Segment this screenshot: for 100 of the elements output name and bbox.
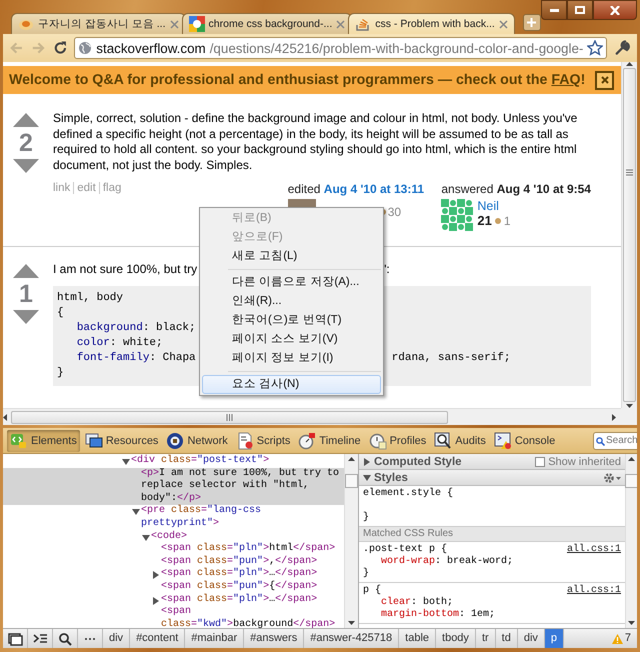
breadcrumb[interactable]: div bbox=[103, 629, 130, 648]
scrollbar-thumb[interactable] bbox=[345, 474, 358, 488]
magnifier-icon bbox=[434, 432, 452, 450]
css-property: word-wrap: break-word; bbox=[380, 556, 514, 568]
dom-node[interactable]: <span class="pln">…</span> bbox=[3, 568, 344, 581]
close-button[interactable] bbox=[595, 70, 614, 90]
menu-item[interactable]: 인쇄(R)... bbox=[202, 292, 381, 311]
devtools-tab[interactable]: Resources bbox=[82, 430, 162, 452]
grip-icon bbox=[226, 414, 233, 420]
code-line: html, body bbox=[57, 290, 124, 306]
breadcrumb[interactable]: tr bbox=[476, 629, 496, 648]
wrench-icon[interactable] bbox=[614, 39, 631, 57]
vote-up-icon[interactable] bbox=[13, 264, 39, 278]
breadcrumb[interactable]: tbody bbox=[436, 629, 476, 648]
menu-item[interactable]: 페이지 정보 보기(I) bbox=[202, 349, 381, 368]
menu-item[interactable]: 페이지 소스 보기(V) bbox=[202, 330, 381, 349]
search-icon[interactable] bbox=[58, 632, 72, 646]
scrollbar-thumb[interactable] bbox=[11, 410, 448, 424]
css-source-link[interactable]: all.css:1 bbox=[566, 544, 621, 556]
collapsed-arrow-icon[interactable] bbox=[152, 571, 160, 580]
close-icon bbox=[600, 76, 609, 84]
grip-icon bbox=[626, 169, 633, 176]
dom-node[interactable]: <span class="pln">html</span> bbox=[3, 543, 344, 556]
terminal-icon bbox=[494, 432, 512, 450]
answer-text: Simple, correct, solution - define the background image and colour in html, not body. Unless you've defined a specific height (not a percentage) in the body, its height will be assumed to be as tall as required to hold all content. so your background styling should go into html, which is the entire html document, not just the body. Simples. bbox=[53, 111, 578, 174]
css-property: margin-bottom: 1em; bbox=[380, 609, 496, 621]
address-field[interactable]: stackoverflow.com /questions/425216/problem-with-background-color-and-google- bbox=[74, 37, 608, 59]
css-source-link[interactable]: all.css:1 bbox=[566, 585, 621, 597]
reload-icon[interactable] bbox=[52, 40, 68, 56]
section-header[interactable]: Computed Style bbox=[359, 454, 536, 469]
checkbox[interactable] bbox=[535, 456, 546, 466]
breadcrumb[interactable]: p bbox=[544, 629, 564, 648]
star-icon[interactable] bbox=[587, 40, 604, 56]
badge-dot-icon bbox=[494, 218, 501, 224]
browser-tab[interactable]: 구자니의 잡동사니 모음 ... bbox=[11, 13, 186, 34]
user-name[interactable]: Neil bbox=[477, 199, 511, 214]
search-field[interactable]: Search bbox=[593, 432, 637, 450]
expanded-arrow-icon[interactable] bbox=[132, 508, 140, 516]
close-button[interactable] bbox=[593, 0, 637, 20]
faq-link[interactable]: FAQ bbox=[551, 72, 581, 88]
vote-up-icon[interactable] bbox=[13, 113, 39, 127]
browser-tab[interactable]: css - Problem with back... bbox=[348, 13, 515, 34]
scroll-down-icon[interactable] bbox=[348, 621, 355, 625]
scroll-right-icon[interactable] bbox=[612, 414, 616, 420]
section-header[interactable]: Styles bbox=[359, 470, 625, 486]
breadcrumb[interactable]: #answers bbox=[244, 629, 304, 648]
breadcrumb[interactable]: #content bbox=[130, 629, 186, 648]
dom-node[interactable]: <code> bbox=[3, 530, 344, 544]
expanded-arrow-icon[interactable] bbox=[142, 534, 150, 542]
devtools-tab[interactable]: Network bbox=[163, 430, 231, 452]
vertical-scrollbar[interactable] bbox=[625, 454, 637, 628]
breadcrumb[interactable]: #answer-425718 bbox=[304, 629, 400, 648]
edited-label: edited bbox=[288, 182, 320, 196]
menu-item[interactable]: 다른 이름으로 저장(A)... bbox=[202, 273, 381, 292]
breadcrumb[interactable]: td bbox=[496, 629, 518, 648]
menu-item[interactable]: 한국어(으)로 번역(T) bbox=[202, 311, 381, 330]
edit-time[interactable]: Aug 4 '10 at 13:11 bbox=[324, 182, 424, 196]
scroll-up-icon[interactable] bbox=[628, 457, 635, 461]
dom-node[interactable]: <span class="pln">…</span> bbox=[3, 594, 344, 606]
horizontal-scrollbar[interactable] bbox=[3, 408, 621, 425]
maximize-button[interactable] bbox=[567, 0, 593, 20]
devtools-tab[interactable]: Profiles bbox=[366, 430, 430, 452]
expanded-arrow-icon[interactable] bbox=[122, 458, 130, 466]
scrollbar-thumb[interactable] bbox=[625, 474, 637, 488]
scroll-left-icon[interactable] bbox=[3, 414, 7, 420]
dom-node[interactable]: <p>I am not sure 100%, but try to replace selector with "html, body":</p> bbox=[3, 468, 344, 506]
settings-icon[interactable] bbox=[603, 472, 621, 484]
vertical-scrollbar[interactable] bbox=[621, 62, 637, 408]
devtools-tab[interactable]: Audits bbox=[431, 430, 489, 452]
dom-node[interactable]: <span class="pun">{</span> bbox=[3, 580, 344, 594]
answered-label: answered bbox=[441, 182, 494, 196]
collapsed-arrow-icon[interactable] bbox=[152, 596, 160, 605]
dom-node[interactable]: <span class="pun">,</span> bbox=[3, 556, 344, 568]
breadcrumb[interactable]: #mainbar bbox=[185, 629, 244, 648]
menu-item[interactable]: 요소 검사(N) bbox=[202, 375, 381, 394]
menu-item[interactable]: 새로 고침(L) bbox=[202, 247, 381, 266]
breadcrumb[interactable]: table bbox=[399, 629, 436, 648]
console-icon[interactable] bbox=[32, 632, 48, 646]
badge-count: 30 bbox=[388, 205, 402, 220]
dom-node[interactable]: <pre class="lang-css prettyprint"> bbox=[3, 505, 344, 531]
devtools-tab[interactable]: Timeline bbox=[295, 430, 364, 452]
code-line: background: black; bbox=[76, 320, 196, 336]
new-tab-button[interactable] bbox=[522, 14, 541, 31]
scroll-up-icon[interactable] bbox=[348, 457, 355, 461]
close-icon[interactable] bbox=[498, 20, 508, 28]
site-icon bbox=[188, 16, 205, 32]
minimize-icon bbox=[550, 8, 558, 12]
dom-node[interactable]: <span class="kwd">background</span> bbox=[3, 606, 344, 628]
dom-node[interactable]: <div class="post-text"> bbox=[3, 455, 344, 468]
vote-down-icon[interactable] bbox=[13, 310, 39, 324]
scrollbar-thumb[interactable] bbox=[623, 68, 636, 402]
devtools-tab[interactable]: Console bbox=[490, 430, 558, 452]
minimize-button[interactable] bbox=[541, 0, 567, 20]
dock-icon[interactable] bbox=[8, 632, 22, 646]
devtools-tab[interactable]: Scripts bbox=[232, 430, 294, 452]
vote-down-icon[interactable] bbox=[13, 159, 39, 173]
vertical-scrollbar[interactable] bbox=[344, 454, 358, 628]
devtools-tab[interactable]: Elements bbox=[7, 430, 80, 452]
scroll-down-icon[interactable] bbox=[628, 621, 635, 625]
css-selector: .post-text p { bbox=[363, 544, 448, 556]
